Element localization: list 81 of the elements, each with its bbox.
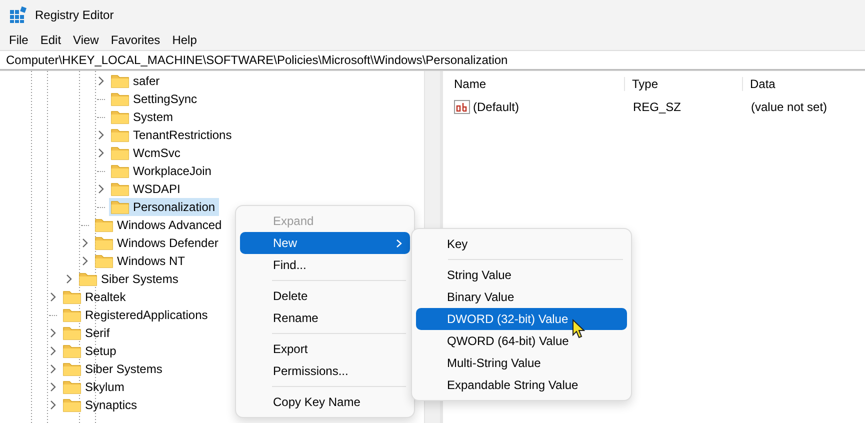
value-type: REG_SZ bbox=[632, 100, 682, 114]
chevron-icon[interactable] bbox=[81, 256, 89, 266]
folder-icon bbox=[95, 254, 113, 268]
folder-icon bbox=[111, 164, 129, 178]
tree-item[interactable]: System bbox=[109, 108, 178, 126]
folder-icon bbox=[111, 182, 129, 196]
folder-icon bbox=[63, 290, 81, 304]
tree-item[interactable]: WSDAPI bbox=[109, 180, 184, 198]
chevron-icon[interactable] bbox=[49, 400, 57, 410]
submenu-item[interactable]: QWORD (64-bit) Value bbox=[416, 330, 627, 352]
registry-icon bbox=[9, 6, 27, 24]
tree-item[interactable]: SettingSync bbox=[109, 90, 202, 108]
tree-item[interactable]: Windows Advanced bbox=[93, 216, 226, 234]
tree-item[interactable]: Windows NT bbox=[93, 252, 190, 270]
chevron-icon[interactable] bbox=[97, 148, 105, 158]
tree-item[interactable]: Skylum bbox=[61, 378, 128, 396]
chevron-icon[interactable] bbox=[65, 274, 73, 284]
folder-icon bbox=[111, 146, 129, 160]
value-name[interactable]: (Default) bbox=[473, 100, 520, 114]
context-menu-item[interactable]: Find... bbox=[240, 254, 410, 276]
chevron-icon[interactable] bbox=[97, 184, 105, 194]
tree-item[interactable]: Synaptics bbox=[61, 396, 142, 414]
chevron-icon[interactable] bbox=[49, 292, 57, 302]
menu-item[interactable]: Help bbox=[167, 33, 204, 47]
window-title: Registry Editor bbox=[35, 8, 114, 22]
chevron-icon[interactable] bbox=[49, 328, 57, 338]
tree-item[interactable]: Serif bbox=[61, 324, 114, 342]
folder-icon bbox=[95, 236, 113, 250]
context-menu-item[interactable]: Export bbox=[240, 338, 410, 360]
context-menu-item[interactable]: Copy Key Name bbox=[240, 391, 410, 413]
context-menu-item[interactable]: Rename bbox=[240, 307, 410, 329]
tree-item[interactable]: Personalization bbox=[109, 198, 220, 216]
submenu-item[interactable]: Expandable String Value bbox=[416, 374, 627, 396]
tree-item[interactable]: Windows Defender bbox=[93, 234, 222, 252]
submenu-item[interactable]: Binary Value bbox=[416, 286, 627, 308]
menu-item[interactable]: Edit bbox=[35, 33, 68, 47]
mouse-pointer-icon bbox=[572, 319, 585, 339]
context-menu-item[interactable]: Delete bbox=[240, 285, 410, 307]
tree-item[interactable]: Siber Systems bbox=[77, 270, 182, 288]
chevron-icon[interactable] bbox=[81, 238, 89, 248]
folder-icon bbox=[111, 74, 129, 88]
menu-item[interactable]: View bbox=[68, 33, 106, 47]
tree-item[interactable]: WorkplaceJoin bbox=[109, 162, 216, 180]
chevron-icon[interactable] bbox=[49, 382, 57, 392]
tree-item[interactable]: Realtek bbox=[61, 288, 130, 306]
menu-item[interactable]: Favorites bbox=[106, 33, 168, 47]
tree-item[interactable]: TenantRestrictions bbox=[109, 126, 236, 144]
submenu-item[interactable]: DWORD (32-bit) Value bbox=[416, 308, 627, 330]
folder-icon bbox=[63, 326, 81, 340]
chevron-icon[interactable] bbox=[97, 130, 105, 140]
folder-icon bbox=[111, 92, 129, 106]
folder-icon bbox=[63, 398, 81, 412]
column-header[interactable]: Name bbox=[451, 77, 624, 91]
tree-item[interactable]: RegisteredApplications bbox=[61, 306, 212, 324]
folder-icon bbox=[63, 344, 81, 358]
context-menu-item[interactable]: Permissions... bbox=[240, 360, 410, 382]
value-data: (value not set) bbox=[750, 100, 828, 114]
folder-icon bbox=[95, 218, 113, 232]
chevron-icon[interactable] bbox=[49, 346, 57, 356]
column-header[interactable]: Data bbox=[742, 77, 776, 91]
context-menu-item[interactable]: New bbox=[240, 232, 410, 254]
tree-item[interactable]: safer bbox=[109, 72, 164, 90]
submenu-item[interactable]: String Value bbox=[416, 264, 627, 286]
chevron-icon[interactable] bbox=[97, 76, 105, 86]
folder-icon bbox=[111, 200, 129, 214]
tree-item[interactable]: WcmSvc bbox=[109, 144, 184, 162]
address-bar[interactable]: Computer\HKEY_LOCAL_MACHINE\SOFTWARE\Policies\Microsoft\Windows\Personalization bbox=[0, 50, 865, 70]
folder-icon bbox=[63, 380, 81, 394]
folder-icon bbox=[111, 128, 129, 142]
string-value-icon bbox=[454, 100, 470, 114]
column-header[interactable]: Type bbox=[624, 77, 742, 91]
folder-icon bbox=[111, 110, 129, 124]
folder-icon bbox=[79, 272, 97, 286]
tree-item[interactable]: Setup bbox=[61, 342, 120, 360]
chevron-icon[interactable] bbox=[49, 364, 57, 374]
folder-icon bbox=[63, 308, 81, 322]
submenu-item[interactable]: Multi-String Value bbox=[416, 352, 627, 374]
submenu-item[interactable]: Key bbox=[416, 233, 627, 255]
folder-icon bbox=[63, 362, 81, 376]
menu-item[interactable]: File bbox=[4, 33, 36, 47]
tree-item[interactable]: Siber Systems bbox=[61, 360, 166, 378]
